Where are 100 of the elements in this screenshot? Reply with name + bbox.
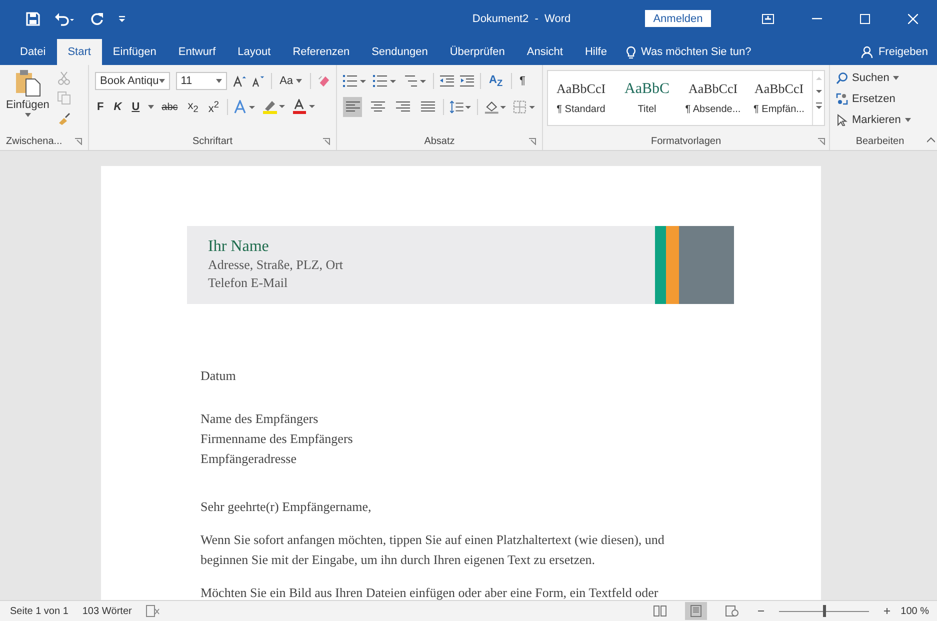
borders-icon[interactable]	[513, 100, 536, 114]
word-count[interactable]: 103 Wörter	[82, 606, 132, 616]
group-label: Zwischena...	[6, 136, 62, 147]
group-label: Bearbeiten	[856, 136, 904, 147]
shading-icon[interactable]	[484, 100, 508, 114]
align-justify-icon	[420, 101, 435, 113]
cursor-icon	[836, 114, 848, 126]
increase-indent-icon[interactable]	[460, 75, 474, 87]
page-count[interactable]: Seite 1 von 1	[10, 606, 68, 616]
sender-contact: Telefon E-Mail	[208, 274, 289, 292]
ribbon-tab[interactable]: Datei	[9, 39, 57, 65]
ribbon-tab[interactable]: Ansicht	[516, 39, 574, 65]
numbered-list-icon[interactable]	[373, 74, 397, 88]
brush-icon[interactable]	[57, 111, 72, 125]
style-item[interactable]: AaBbCcI ¶ Empfän...	[746, 71, 812, 125]
clipboard-icon	[14, 69, 41, 97]
select-button[interactable]: Markieren	[836, 111, 924, 128]
caret-icon	[296, 79, 302, 83]
ribbon-tab[interactable]: Layout	[226, 39, 282, 65]
paste-button[interactable]: Einfügen	[6, 69, 50, 133]
zoom-slider[interactable]	[778, 605, 869, 617]
maximize-icon[interactable]	[860, 14, 870, 24]
change-case-button[interactable]: Aa	[278, 75, 304, 87]
recipient-line: Name des Empfängers	[200, 410, 320, 428]
body-paragraph: Wenn Sie sofort anfangen möchten, tippen Sie auf einen Platzhaltertext (wie diesen), und beginnen Sie mit der Eingabe, um ihn durch Ihren eigenen Text zu ersetzen.	[200, 531, 666, 569]
italic-button[interactable]: K	[112, 101, 124, 113]
eraser-icon[interactable]	[316, 74, 330, 88]
save-icon[interactable]	[26, 12, 40, 26]
style-item[interactable]: AaBbCcI ¶ Absende...	[680, 71, 746, 125]
bullet-list-icon[interactable]	[343, 74, 367, 88]
align-center-icon	[370, 101, 385, 113]
caret-icon	[904, 118, 911, 122]
share-button[interactable]: Freigeben	[861, 39, 937, 65]
show-formatting-button[interactable]: ¶	[518, 75, 528, 87]
sign-in-button[interactable]: Anmelden	[645, 10, 711, 27]
shrink-font-icon[interactable]	[252, 75, 265, 87]
ribbon-tab[interactable]: Hilfe	[574, 39, 618, 65]
date-line: Datum	[200, 367, 237, 385]
person-icon	[861, 46, 874, 58]
customize-caret-icon[interactable]	[118, 14, 126, 22]
zoom-in-icon[interactable]	[882, 607, 891, 615]
caret-icon	[216, 79, 222, 83]
font-name-field[interactable]: Book Antiqu	[95, 72, 170, 90]
collapse-ribbon-icon[interactable]	[927, 137, 935, 143]
dialog-launcher-icon[interactable]	[323, 138, 330, 145]
ribbon-tab[interactable]: Referenzen	[282, 39, 361, 65]
ribbon-tab[interactable]: Überprüfen	[438, 39, 516, 65]
caret-icon	[148, 105, 154, 109]
superscript-button[interactable]: x$^{2}$	[206, 99, 221, 115]
ribbon-display-icon[interactable]	[762, 14, 774, 24]
ribbon-tab[interactable]: Einfügen	[102, 39, 168, 65]
zoom-percent[interactable]: 100 %	[900, 606, 929, 616]
minimize-icon[interactable]	[812, 18, 822, 20]
tell-me-field[interactable]: Was möchten Sie tun?	[618, 39, 752, 65]
group-label: Absatz	[424, 136, 455, 147]
align-left-button[interactable]	[343, 97, 362, 117]
web-view-icon	[724, 605, 739, 617]
sender-address: Adresse, Straße, PLZ, Ort	[208, 256, 344, 274]
text-effects-icon[interactable]	[234, 100, 256, 114]
search-icon	[836, 72, 848, 84]
ribbon-tab[interactable]: Sendungen	[360, 39, 439, 65]
caret-icon	[158, 79, 165, 83]
decrease-indent-icon[interactable]	[440, 75, 454, 87]
lightbulb-icon	[626, 46, 636, 58]
dialog-launcher-icon[interactable]	[818, 138, 825, 145]
highlighter-icon[interactable]	[262, 99, 286, 115]
group-label: Formatvorlagen	[650, 136, 722, 147]
sort-button[interactable]: A$_{Z}$	[487, 74, 505, 88]
read-view-icon	[652, 605, 667, 617]
style-item[interactable]: AaBbCcI ¶ Standard	[548, 71, 614, 125]
font-color-icon[interactable]	[292, 99, 316, 115]
print-view-button[interactable]	[684, 602, 707, 620]
proofing-icon[interactable]	[146, 605, 160, 617]
zoom-slider-thumb[interactable]	[822, 605, 826, 617]
replace-icon	[836, 92, 848, 104]
redo-icon[interactable]	[90, 12, 104, 26]
bold-button[interactable]: F	[95, 101, 106, 113]
close-icon[interactable]	[908, 14, 918, 24]
replace-button[interactable]: Ersetzen	[836, 90, 924, 107]
salutation: Sehr geehrte(r) Empfängername,	[200, 498, 372, 516]
undo-icon[interactable]	[54, 12, 76, 26]
print-view-icon	[688, 605, 703, 617]
find-button[interactable]: Suchen	[836, 69, 924, 86]
ribbon-tab[interactable]: Entwurf	[167, 39, 227, 65]
ribbon-tab[interactable]: Start	[56, 39, 102, 65]
align-right-icon	[396, 101, 410, 113]
style-item[interactable]: AaBbC Titel	[614, 71, 680, 125]
strikethrough-button[interactable]: abc	[160, 102, 180, 112]
underline-button[interactable]: U	[130, 101, 142, 113]
caret-icon	[24, 113, 31, 117]
recipient-line: Empfängeradresse	[200, 450, 298, 468]
grow-font-icon[interactable]	[232, 75, 246, 87]
group-label: Schriftart	[192, 136, 232, 147]
dialog-launcher-icon[interactable]	[75, 138, 82, 145]
multilevel-list-icon[interactable]	[403, 74, 427, 88]
line-spacing-icon[interactable]	[450, 100, 472, 114]
dialog-launcher-icon[interactable]	[529, 138, 536, 145]
caret-icon	[893, 76, 900, 80]
font-size-field[interactable]: 11	[176, 72, 227, 90]
subscript-button[interactable]: x$_{2}$	[186, 100, 200, 114]
